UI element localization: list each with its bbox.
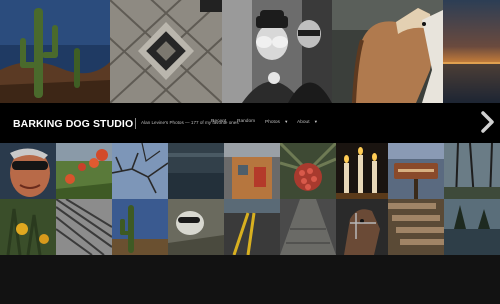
dog-in-grass-photo[interactable] (168, 199, 224, 255)
palm-frond-photo[interactable] (56, 199, 112, 255)
people-hands-over-eyes-photo[interactable] (222, 0, 332, 103)
cactus-blue-sky-photo[interactable] (112, 199, 168, 255)
candles-photo[interactable] (336, 143, 388, 199)
red-flowers-photo[interactable] (56, 143, 112, 199)
yellow-flowers-photo[interactable] (0, 199, 56, 255)
caret-down-icon: ▼ (284, 119, 289, 124)
site-header: BARKING DOG STUDIO Alan Levine's Photos … (0, 103, 500, 143)
nav-item-label: Random (237, 119, 256, 124)
tree-branches-sky-photo[interactable] (112, 143, 168, 199)
nav-item-recent[interactable]: Recent (211, 119, 226, 124)
stone-path-photo[interactable] (280, 199, 336, 255)
title-divider (135, 118, 136, 129)
palm-seed-pod-photo[interactable] (280, 143, 336, 199)
wooden-sign-photo[interactable] (388, 143, 444, 199)
wooden-lattice-photo[interactable] (110, 0, 222, 103)
bare-trees-photo[interactable] (444, 143, 500, 199)
saguaro-cactus-photo[interactable] (0, 0, 110, 103)
nav-item-label: About (297, 120, 310, 125)
nav-item-photos[interactable]: Photos ▼ (265, 119, 288, 125)
road-yellow-lines-photo[interactable] (224, 199, 280, 255)
bottom-photo-strip (0, 143, 500, 255)
horse-head-photo[interactable] (336, 199, 388, 255)
dark-water-photo[interactable] (168, 143, 224, 199)
horse-photo[interactable] (332, 0, 443, 103)
caret-down-icon: ▼ (313, 119, 318, 124)
sunset-water-photo[interactable] (443, 0, 500, 103)
chevron-right-icon[interactable] (478, 111, 496, 133)
nav-item-label: Recent (211, 119, 227, 124)
nav-item-label: Photos (265, 120, 280, 125)
woman-sunglasses-photo[interactable] (0, 143, 56, 199)
site-title[interactable]: BARKING DOG STUDIO (13, 118, 133, 130)
nav-item-about[interactable]: About ▼ (297, 119, 318, 125)
nav-item-random[interactable]: Random (237, 119, 255, 124)
top-photo-strip (0, 0, 500, 103)
wooden-steps-photo[interactable] (388, 199, 444, 255)
lake-trees-photo[interactable] (444, 199, 500, 255)
page-footer-area (0, 255, 500, 304)
building-red-door-photo[interactable] (224, 143, 280, 199)
